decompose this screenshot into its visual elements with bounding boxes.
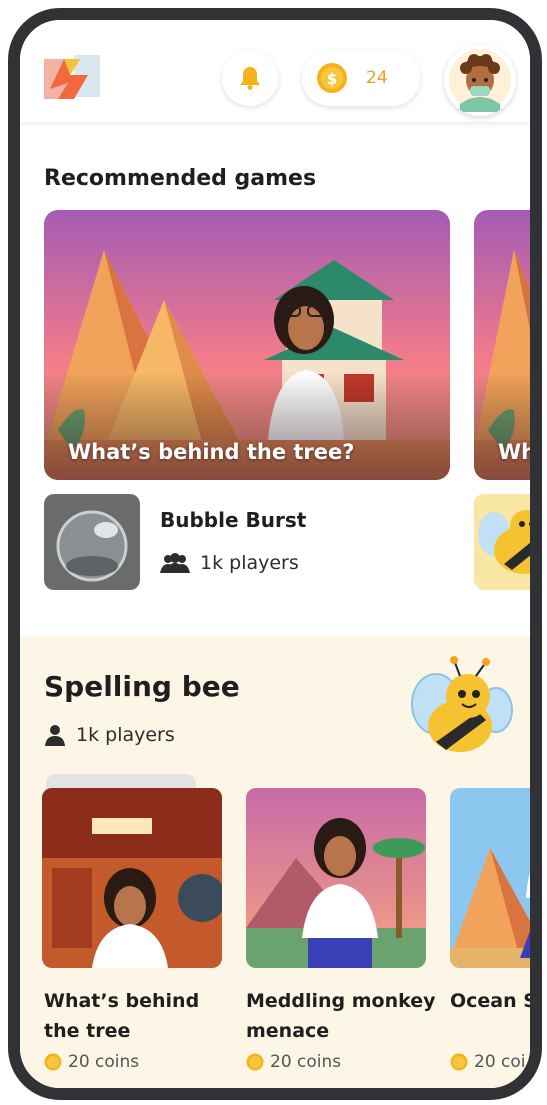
top-bar: $ 24 [20, 20, 530, 122]
coins-text: 20 coins [68, 1052, 140, 1072]
coin-count: 24 [366, 68, 388, 88]
spelling-card-2-coins: 20 coins [246, 1052, 341, 1072]
coins-text: 20 coins [270, 1052, 342, 1072]
app-screen: $ 24 Recommended games What’s behind the… [20, 20, 530, 1088]
bee-game-thumbnail[interactable] [474, 494, 530, 590]
card-illustration-2 [246, 788, 426, 968]
hero-caption-2: Wh [498, 440, 530, 464]
game-name[interactable]: Bubble Burst [160, 508, 306, 532]
spelling-card-3-coins: 20 coi [450, 1052, 526, 1072]
bee-mascot-icon [411, 656, 513, 752]
spelling-bee-players-text: 1k players [76, 724, 175, 746]
logo-icon[interactable] [44, 53, 102, 101]
notifications-button[interactable] [222, 50, 278, 106]
person-icon [45, 725, 65, 746]
coins-text: 20 coi [474, 1052, 526, 1072]
group-icon [160, 553, 190, 573]
spelling-card-1-title[interactable]: What’s behind the tree [44, 986, 234, 1046]
profile-avatar[interactable] [444, 44, 516, 116]
coin-icon [44, 1053, 62, 1071]
game-players-text: 1k players [200, 552, 299, 574]
spelling-card-2[interactable] [246, 788, 426, 968]
spelling-card-1-coins: 20 coins [44, 1052, 139, 1072]
hero-card-1[interactable]: What’s behind the tree? [44, 210, 450, 480]
recommended-title: Recommended games [44, 166, 317, 191]
hero-card-2[interactable]: Wh [474, 210, 530, 480]
coin-icon: $ [317, 63, 347, 93]
game-players: 1k players [160, 552, 299, 574]
spelling-bee-players: 1k players [44, 724, 175, 746]
spelling-card-3[interactable] [450, 788, 530, 968]
svg-text:$: $ [327, 70, 337, 88]
phone-frame: $ 24 Recommended games What’s behind the… [8, 8, 542, 1100]
coin-icon [450, 1053, 468, 1071]
spelling-bee-section: Spelling bee 1k players What’s behind th… [20, 636, 530, 1088]
bell-icon [240, 67, 260, 90]
card-illustration-1 [42, 788, 222, 968]
bubble-icon [56, 510, 128, 582]
coin-icon [246, 1053, 264, 1071]
coin-balance[interactable]: $ 24 [302, 50, 420, 106]
spelling-bee-title: Spelling bee [44, 670, 240, 703]
hero-caption-1: What’s behind the tree? [68, 440, 355, 464]
spelling-card-3-title[interactable]: Ocean Sp [450, 986, 530, 1016]
card-illustration-3 [450, 788, 530, 968]
avatar-icon [449, 49, 511, 112]
bee-icon [478, 510, 530, 574]
spelling-card-2-title[interactable]: Meddling monkey menace [246, 986, 436, 1046]
bubble-burst-thumbnail[interactable] [44, 494, 140, 590]
spelling-card-1[interactable] [42, 788, 222, 968]
